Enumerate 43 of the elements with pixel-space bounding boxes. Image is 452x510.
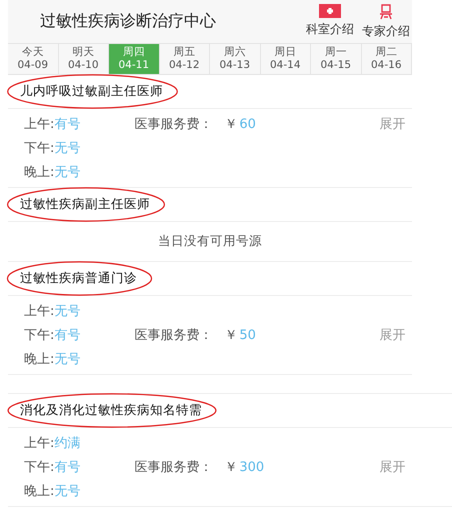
nav-link[interactable]: 科室介绍 [306,4,354,40]
availability-status: 约满 [54,435,82,452]
availability-status: 无号 [54,351,82,368]
nav-link[interactable]: 专家介绍 [362,4,410,40]
availability-status: 有号 [54,327,82,344]
clinic-heading: 过敏性疾病副主任医师 [20,196,150,214]
date-tab[interactable]: 周五 04-12 [160,44,210,74]
fee-amount: 60 [239,116,257,132]
date-tab[interactable]: 周日 04-14 [260,44,311,74]
session-label: 晚上: [24,351,54,368]
availability-status: 无号 [54,303,82,320]
session-label: 下午: [24,459,54,476]
date-tab[interactable]: 今天 04-09 [8,44,58,74]
clinic-heading: 消化及消化过敏性疾病知名特需 [20,402,202,420]
session-label: 上午: [24,303,54,320]
no-availability-message: 当日没有可用号源 [157,232,263,250]
date-tab[interactable]: 周一 04-15 [311,44,362,74]
session-label: 晚上: [24,483,54,500]
availability-status: 无号 [54,483,82,500]
clinic-heading: 过敏性疾病普通门诊 [20,270,137,288]
availability-status: 无号 [54,140,82,158]
page-title: 过敏性疾病诊断治疗中心 [40,11,217,32]
date-tab[interactable]: 周六 04-13 [210,44,260,74]
fee-amount: 50 [239,328,257,343]
first-aid-icon [319,4,341,18]
session-label: 下午: [24,140,54,158]
fee-label: 医事服务费： [134,327,212,344]
availability-status: 有号 [54,459,82,476]
currency-sign: ￥ [224,116,238,134]
availability-status: 无号 [54,164,82,182]
currency-sign: ￥ [224,327,238,344]
clinic-heading: 儿内呼吸过敏副主任医师 [20,83,163,100]
session-label: 下午: [24,327,54,344]
session-label: 晚上: [24,164,54,182]
currency-sign: ￥ [224,459,238,476]
session-label: 上午: [24,435,54,452]
fee-amount: 300 [239,460,266,475]
availability-status: 有号 [54,116,82,134]
fee-label: 医事服务费： [134,459,212,476]
session-label: 上午: [24,116,54,134]
badge-icon [378,4,394,20]
date-tab[interactable]: 周二 04-16 [362,44,412,74]
fee-label: 医事服务费： [134,116,212,134]
